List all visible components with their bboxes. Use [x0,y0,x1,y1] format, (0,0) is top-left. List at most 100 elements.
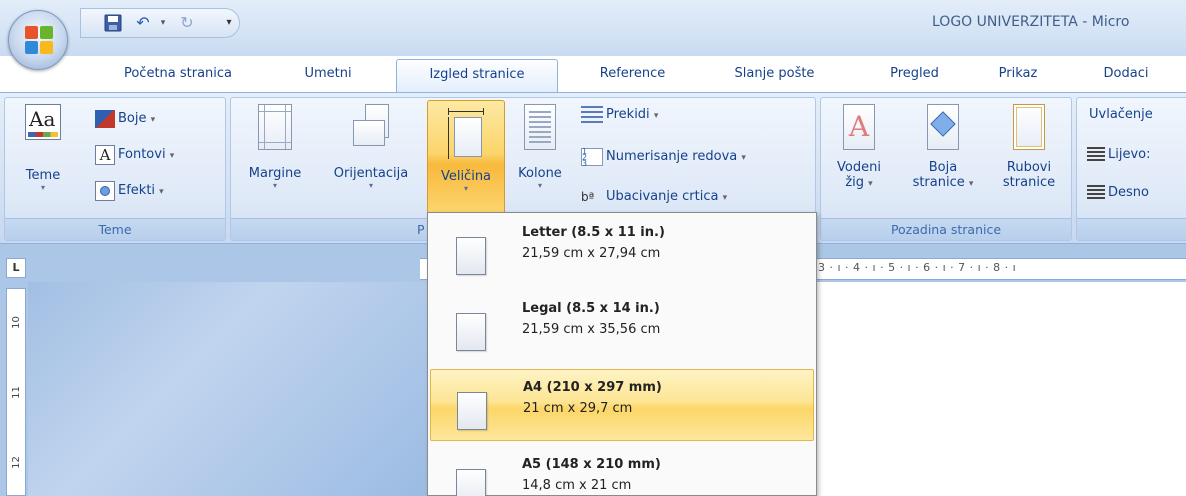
fonts-icon: A [95,144,115,165]
tab-slanje-poste[interactable]: Slanje pošte [712,59,837,92]
customize-qat-icon[interactable]: ▾ [219,14,239,32]
lijevo-indent-field[interactable]: Lijevo: [1087,144,1151,166]
orijentacija-button[interactable]: Orijentacija ▾ [319,104,423,191]
size-option-dims: 21,59 cm x 27,94 cm [522,246,661,261]
colors-icon [95,109,115,128]
numerisanje-label: Numerisanje redova [606,149,738,164]
vruler-number: 11 [10,386,22,399]
prekidi-label: Prekidi [606,107,650,122]
columns-icon [524,104,556,150]
group-teme: Aa Teme ▾ Boje ▾ A Fontovi ▾ Efekti ▾ Tem… [4,97,226,241]
teme-label: Teme [25,168,61,183]
efekti-button[interactable]: Efekti ▾ [95,180,164,202]
themes-icon: Aa [25,104,61,140]
numerisanje-dropdown-icon: ▾ [741,153,746,163]
vodeni-line1: Vodeni [837,160,881,175]
lijevo-label: Lijevo: [1108,147,1151,162]
ubacivanje-label: Ubacivanje crtica [606,189,719,204]
window-title: LOGO UNIVERZITETA - Micro [932,14,1130,30]
group-pozadina-stranice: A Vodeni žig ▾ Boja stranice ▾ Rubovi st… [820,97,1072,241]
boja-line2: stranice [912,175,965,190]
orijentacija-dropdown-icon: ▾ [368,181,373,190]
group-odlomak: Uvlačenje Lijevo: Desno [1076,97,1186,241]
velicina-button[interactable]: Veličina ▾ [427,100,505,218]
boje-button[interactable]: Boje ▾ [95,108,155,130]
fontovi-button[interactable]: A Fontovi ▾ [95,144,174,166]
size-option-dims: 21,59 cm x 35,56 cm [522,322,661,337]
vodeni-dropdown-icon: ▾ [868,179,873,189]
size-option-a4[interactable]: A4 (210 x 297 mm) 21 cm x 29,7 cm [430,369,814,441]
size-option-title: A4 (210 x 297 mm) [523,380,662,395]
horizontal-ruler-numbers: 3 · ı · 4 · ı · 5 · ı · 6 · ı · 7 · ı · … [818,261,1017,274]
size-option-legal[interactable]: Legal (8.5 x 14 in.) 21,59 cm x 35,56 cm [430,291,814,363]
page-borders-icon [1013,104,1045,150]
page-size-dropdown: Letter (8.5 x 11 in.) 21,59 cm x 27,94 c… [427,212,817,496]
ubacivanje-dropdown-icon: ▾ [722,193,728,203]
desno-indent-field[interactable]: Desno [1087,182,1149,204]
uvlacenje-label: Uvlačenje [1089,107,1153,122]
size-option-dims: 14,8 cm x 21 cm [522,478,632,493]
tab-izgled-stranice[interactable]: Izgled stranice [396,59,558,92]
tab-dodaci[interactable]: Dodaci [1086,59,1166,92]
vertical-ruler[interactable]: 10 11 12 [6,288,26,496]
page-size-icon [456,313,486,351]
orientation-icon [351,104,391,150]
page-size-icon [457,392,487,430]
prekidi-button[interactable]: Prekidi ▾ [581,104,658,126]
boja-line1: Boja [928,160,958,175]
tab-selector[interactable]: L [6,258,26,278]
save-icon[interactable] [103,14,123,32]
vruler-number: 12 [10,456,22,469]
size-option-title: Legal (8.5 x 14 in.) [522,301,660,316]
kolone-dropdown-icon: ▾ [537,181,542,190]
line-numbers-icon: 123 [581,147,603,167]
tab-prikaz[interactable]: Prikaz [983,59,1053,92]
teme-button[interactable]: Aa Teme ▾ [15,104,71,193]
undo-dropdown-icon[interactable]: ▾ [153,14,173,32]
velicina-label: Veličina [440,169,492,184]
orijentacija-label: Orijentacija [333,166,409,181]
margine-button[interactable]: Margine ▾ [235,104,315,191]
numerisanje-redova-button[interactable]: 1 2 3 Numerisanje redova ▾ [581,146,746,168]
tab-pocetna[interactable]: Početna stranica [103,59,253,92]
rubovi-line2: stranice [1002,175,1056,190]
office-logo-icon [25,26,53,54]
fontovi-label: Fontovi [118,147,166,162]
ribbon-tabs: Početna stranica Umetni Izgled stranice … [0,56,1186,92]
teme-dropdown-icon: ▾ [40,183,45,192]
margine-dropdown-icon: ▾ [272,181,277,190]
redo-icon[interactable]: ↻ [177,14,197,32]
size-option-letter[interactable]: Letter (8.5 x 11 in.) 21,59 cm x 27,94 c… [430,215,814,287]
prekidi-dropdown-icon: ▾ [653,111,659,121]
ubacivanje-crtica-button[interactable]: bª Ubacivanje crtica ▾ [581,186,727,208]
vodeni-zig-button[interactable]: A Vodeni žig ▾ [827,104,891,190]
office-button[interactable] [8,10,68,70]
tab-pregled[interactable]: Pregled [872,59,957,92]
indent-right-icon [1087,184,1105,201]
boja-stranice-button[interactable]: Boja stranice ▾ [899,104,987,190]
group-label-odlomak [1077,218,1186,240]
effects-icon [95,180,115,201]
tab-reference[interactable]: Reference [580,59,685,92]
velicina-dropdown-icon: ▾ [463,184,468,193]
undo-icon[interactable]: ↶ [133,14,153,32]
rubovi-line1: Rubovi [1006,160,1052,175]
efekti-dropdown-icon: ▾ [159,187,164,197]
desno-label: Desno [1108,185,1149,200]
tab-umetni[interactable]: Umetni [288,59,368,92]
watermark-icon: A [843,104,875,150]
page-size-icon [456,469,486,496]
margine-label: Margine [248,166,302,181]
margins-icon [258,104,292,150]
quick-access-toolbar: ↶ ▾ ↻ ▾ [80,8,240,38]
size-option-title: A5 (148 x 210 mm) [522,457,661,472]
page-size-icon [456,237,486,275]
group-label-teme: Teme [5,218,225,240]
kolone-button[interactable]: Kolone ▾ [507,104,573,191]
boja-dropdown-icon: ▾ [968,179,974,189]
size-option-a5[interactable]: A5 (148 x 210 mm) 14,8 cm x 21 cm [430,447,814,496]
indent-left-icon [1087,146,1105,163]
size-option-dims: 21 cm x 29,7 cm [523,401,633,416]
page-color-icon [927,104,959,150]
rubovi-stranice-button[interactable]: Rubovi stranice [993,104,1065,190]
